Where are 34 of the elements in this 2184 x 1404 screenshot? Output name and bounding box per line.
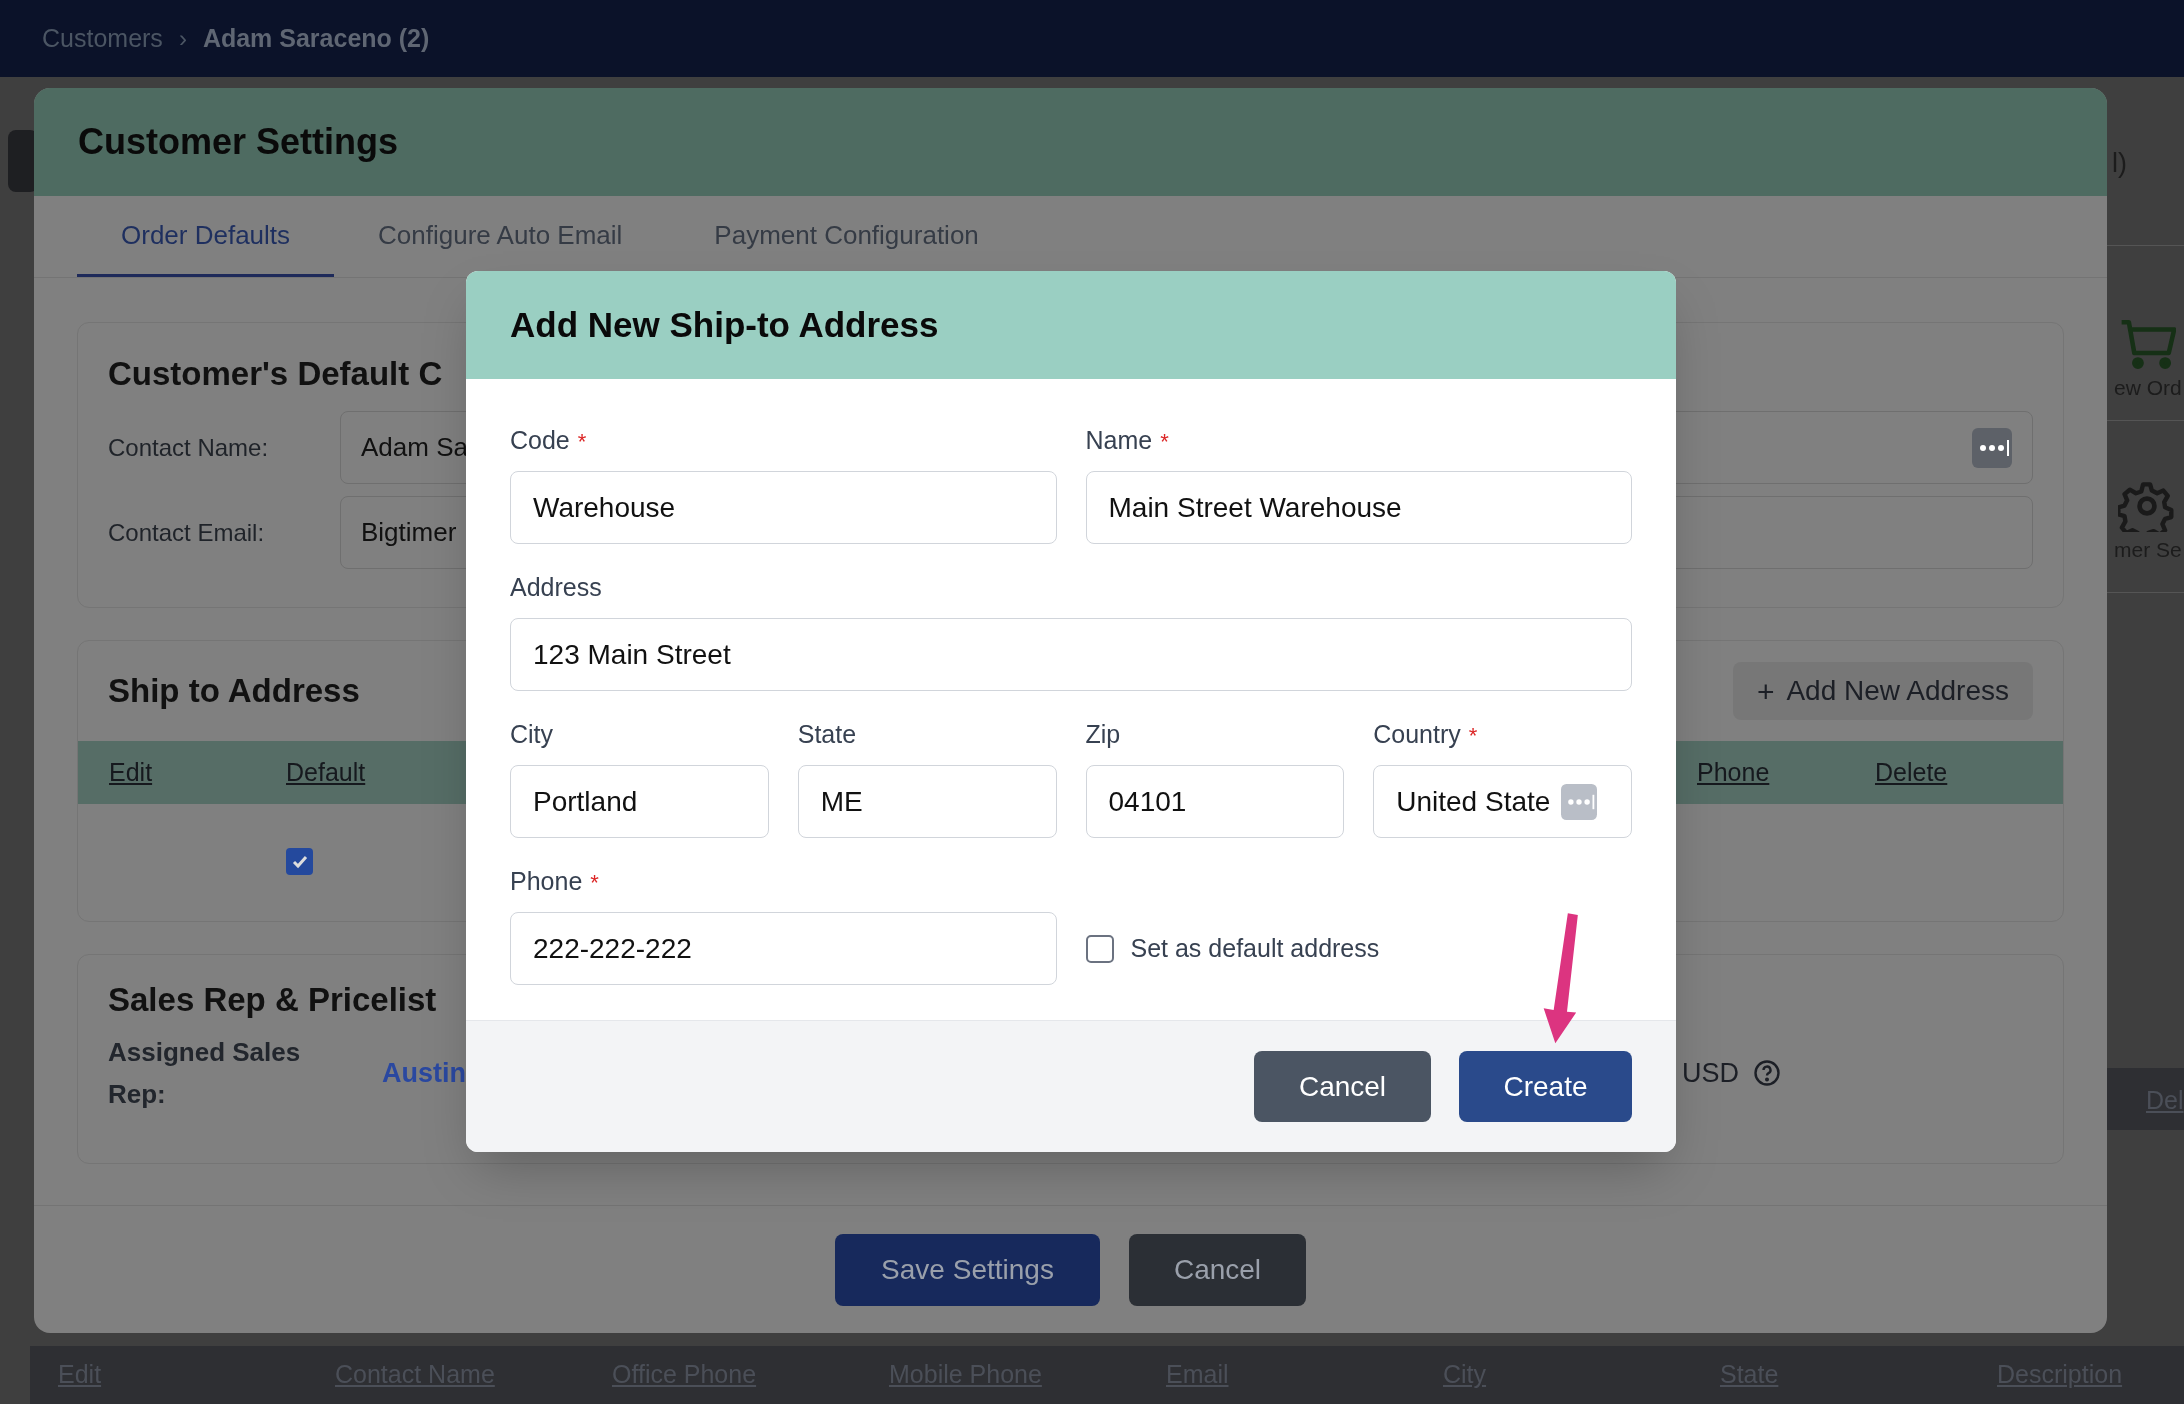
required-mark: *	[590, 868, 599, 897]
field-value: 222-222-222	[533, 931, 692, 966]
modal-title: Customer Settings	[78, 120, 399, 164]
card-title: Customer's Default C	[108, 354, 443, 394]
field-value: United State	[1396, 784, 1551, 819]
checkbox-label: Set as default address	[1130, 932, 1380, 964]
field-label: Address	[510, 572, 602, 604]
currency-text: USD	[1682, 1056, 1739, 1090]
field-label: Country	[1373, 719, 1461, 751]
field-label: Code	[510, 425, 570, 457]
field-label: State	[797, 719, 857, 751]
field-label: Assigned Sales Rep:	[108, 1036, 302, 1111]
field-label: Name	[1085, 425, 1153, 457]
required-mark: *	[1160, 427, 1169, 456]
field-value: ME	[820, 784, 863, 819]
required-mark: *	[1468, 721, 1478, 750]
field-label: Contact Email:	[108, 517, 266, 548]
field-value: Warehouse	[533, 490, 676, 525]
field-value: Adam Sa	[361, 431, 468, 464]
field-value: Main Street Warehouse	[1108, 490, 1402, 525]
plus-icon: +	[1756, 668, 1775, 714]
field-label: Contact Name:	[108, 432, 270, 463]
dialog-title: Add New Ship-to Address	[510, 303, 939, 346]
field-value: 123 Main Street	[533, 637, 731, 672]
field-value: 04101	[1108, 784, 1187, 819]
field-value: Portland	[533, 784, 638, 819]
field-value: Bigtimer	[361, 516, 457, 549]
field-label: Phone	[510, 866, 583, 898]
card-title: Ship to Address	[108, 671, 360, 712]
field-label: City	[510, 719, 554, 751]
breadcrumb-separator: ›	[178, 23, 187, 54]
required-mark: *	[577, 427, 587, 456]
field-label: Zip	[1085, 719, 1121, 751]
card-title: Sales Rep & Pricelist	[108, 980, 437, 1020]
